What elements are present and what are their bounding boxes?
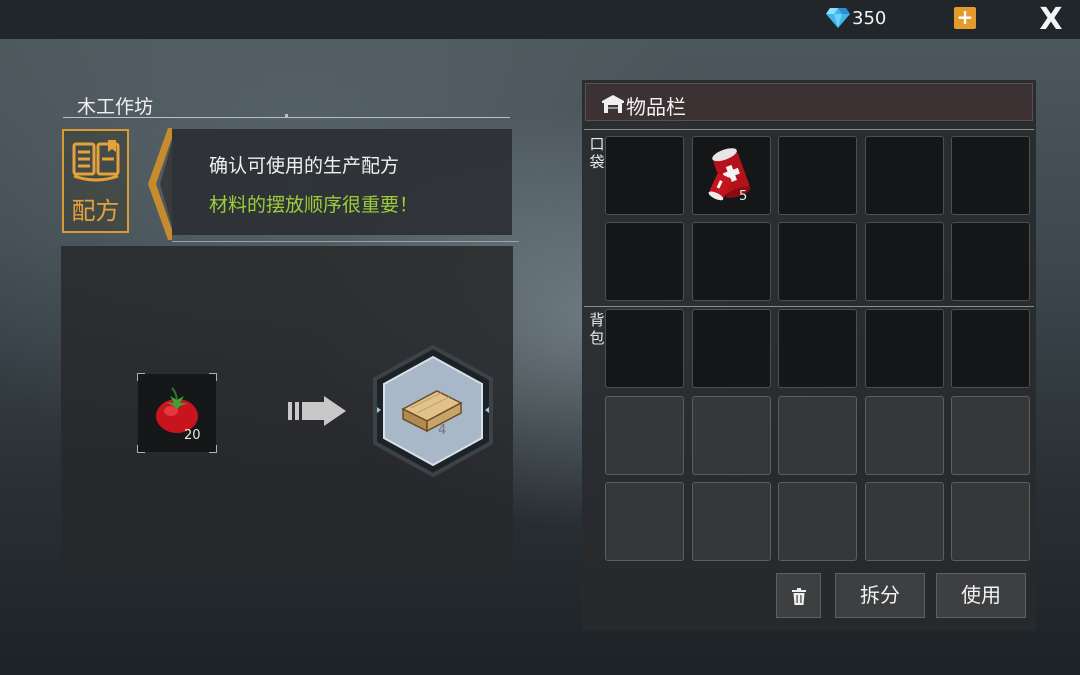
backpack-slot[interactable]	[778, 309, 857, 388]
crafting-panel: 20 4	[61, 246, 513, 574]
chevron-left-icon	[148, 128, 172, 240]
pocket-slot[interactable]	[951, 136, 1030, 215]
workshop-title: 木工作坊	[77, 96, 154, 118]
pocket-slot[interactable]	[865, 222, 944, 301]
recipe-tab[interactable]: 配方	[62, 129, 129, 233]
backpack-slot-locked[interactable]	[951, 396, 1030, 475]
pocket-slot[interactable]	[865, 136, 944, 215]
inventory-header: 物品栏	[585, 83, 1033, 121]
pocket-slot[interactable]	[951, 222, 1030, 301]
plus-icon: +	[956, 5, 974, 29]
add-diamonds-button[interactable]: +	[954, 7, 976, 29]
result-count: 4	[438, 423, 447, 438]
pocket-slot[interactable]	[778, 136, 857, 215]
pocket-slot[interactable]	[692, 222, 771, 301]
diamond-count: 350	[852, 8, 887, 29]
delete-item-button[interactable]	[776, 573, 821, 618]
close-icon: X	[1039, 2, 1063, 37]
pocket-slot[interactable]	[605, 136, 684, 215]
pocket-slot[interactable]	[605, 222, 684, 301]
close-button[interactable]: X	[1036, 5, 1066, 35]
recipe-tab-label: 配方	[71, 197, 120, 225]
backpack-slot-locked[interactable]	[865, 396, 944, 475]
backpack-slot-locked[interactable]	[692, 396, 771, 475]
result-slot[interactable]: 4	[371, 345, 495, 477]
backpack-slot[interactable]	[692, 309, 771, 388]
recipe-info-text: 确认可使用的生产配方	[209, 155, 400, 177]
backpack-slot-locked[interactable]	[778, 396, 857, 475]
pocket-slot[interactable]	[778, 222, 857, 301]
warehouse-icon	[602, 95, 624, 113]
backpack-slot[interactable]	[605, 309, 684, 388]
ingredient-slot[interactable]: 20	[137, 373, 217, 453]
backpack-slot-locked[interactable]	[951, 482, 1030, 561]
pocket-slot[interactable]: 5	[692, 136, 771, 215]
backpack-label: 背包	[589, 311, 605, 347]
item-count: 5	[739, 189, 748, 204]
backpack-slot[interactable]	[951, 309, 1030, 388]
inventory-divider-middle	[584, 306, 1034, 307]
info-divider	[172, 241, 519, 242]
backpack-slot-locked[interactable]	[778, 482, 857, 561]
book-icon	[72, 140, 120, 182]
backpack-slot-locked[interactable]	[605, 482, 684, 561]
trash-icon	[792, 588, 806, 605]
split-button[interactable]: 拆分	[835, 573, 925, 618]
backpack-slot-locked[interactable]	[605, 396, 684, 475]
top-bar: 350 + X	[0, 0, 1080, 39]
use-button[interactable]: 使用	[936, 573, 1026, 618]
medkit-can-icon	[708, 148, 751, 201]
title-divider-tick	[285, 114, 288, 118]
backpack-slot[interactable]	[865, 309, 944, 388]
diamond-icon	[826, 8, 850, 28]
backpack-slot-locked[interactable]	[692, 482, 771, 561]
inventory-title: 物品栏	[626, 95, 686, 119]
arrow-right-icon	[288, 396, 346, 426]
ingredient-count: 20	[184, 428, 201, 443]
wood-plank-icon	[401, 390, 463, 433]
recipe-hint-text: 材料的摆放顺序很重要！	[209, 194, 419, 216]
inventory-panel: 物品栏 口袋 背包 5 拆分 使用	[582, 80, 1036, 631]
inventory-divider-top	[584, 129, 1034, 130]
recipe-info-box: 确认可使用的生产配方 材料的摆放顺序很重要！	[172, 129, 512, 235]
backpack-slot-locked[interactable]	[865, 482, 944, 561]
pocket-label: 口袋	[589, 135, 605, 171]
